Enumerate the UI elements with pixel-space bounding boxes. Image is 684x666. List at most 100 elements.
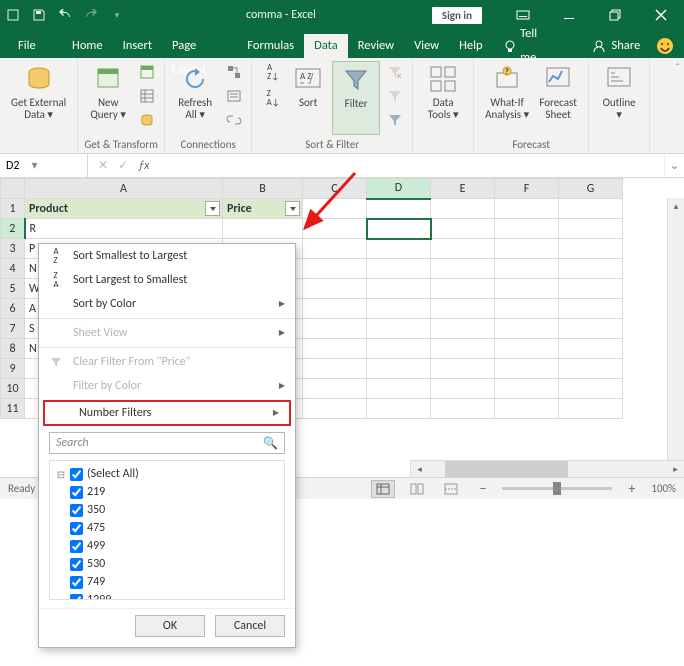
recent-sources-icon[interactable]	[136, 109, 158, 131]
sort-by-color-item[interactable]: Sort by Color	[39, 292, 295, 316]
cell-b2[interactable]	[223, 219, 303, 239]
cancel-button[interactable]: Cancel	[215, 615, 285, 637]
clear-filter-icon[interactable]	[384, 61, 406, 83]
advanced-filter-icon[interactable]	[384, 109, 406, 131]
sort-button[interactable]: A Z Sort	[284, 61, 332, 135]
filter-item[interactable]: 219	[56, 483, 278, 501]
tab-review[interactable]: Review	[348, 34, 404, 58]
zoom-in-icon[interactable]: +	[622, 480, 641, 497]
row-header-6[interactable]: 6	[1, 299, 25, 319]
tab-formulas[interactable]: Formulas	[237, 34, 304, 58]
cell-c2[interactable]	[303, 219, 367, 239]
redo-icon[interactable]	[78, 0, 104, 30]
show-queries-icon[interactable]	[136, 61, 158, 83]
collapse-ribbon-icon[interactable]: ˆ	[675, 62, 680, 76]
col-header-a[interactable]: A	[25, 179, 223, 199]
tab-file[interactable]: File	[8, 34, 46, 58]
filter-button[interactable]: Filter	[332, 61, 380, 135]
zoom-level[interactable]: 100%	[651, 482, 676, 495]
col-header-f[interactable]: F	[495, 179, 559, 199]
cell-g2[interactable]	[559, 219, 623, 239]
restore-icon[interactable]	[592, 0, 638, 30]
app-icon[interactable]	[0, 0, 26, 30]
tab-insert[interactable]: Insert	[113, 34, 162, 58]
sort-ascending-item[interactable]: AZ Sort Smallest to Largest	[39, 244, 295, 268]
forecast-sheet-button[interactable]: Forecast Sheet	[534, 61, 582, 135]
cell-e1[interactable]	[431, 199, 495, 219]
row-header-7[interactable]: 7	[1, 319, 25, 339]
expand-formula-bar-icon[interactable]: ⌄	[664, 154, 684, 177]
col-header-e[interactable]: E	[431, 179, 495, 199]
properties-icon[interactable]	[223, 85, 245, 107]
filter-search-input[interactable]: Search 🔍	[49, 432, 285, 454]
cell-c1[interactable]	[303, 199, 367, 219]
qat-customize-icon[interactable]: ▾	[104, 0, 130, 30]
sort-asc-button[interactable]: AZ↓	[262, 61, 284, 83]
get-external-data-button[interactable]: Get External Data ▾	[6, 61, 71, 135]
cell-f1[interactable]	[495, 199, 559, 219]
zoom-out-icon[interactable]: −	[473, 480, 492, 497]
filter-item[interactable]: 350	[56, 501, 278, 519]
new-query-button[interactable]: New Query ▾	[84, 61, 132, 135]
filter-item[interactable]: 1299	[56, 591, 278, 600]
cell-e2[interactable]	[431, 219, 495, 239]
fx-icon[interactable]: ƒx	[138, 159, 157, 173]
minimize-icon[interactable]	[546, 0, 592, 30]
filter-dropdown-b[interactable]	[285, 201, 300, 216]
sort-descending-item[interactable]: ZA Sort Largest to Smallest	[39, 268, 295, 292]
feedback-icon[interactable]	[654, 34, 676, 58]
scroll-right-icon[interactable]: ▸	[667, 461, 684, 478]
row-header-3[interactable]: 3	[1, 239, 25, 259]
filter-values-list[interactable]: ⊟(Select All) 219 350 475 499 530 749 12…	[49, 460, 285, 600]
filter-item-select-all[interactable]: ⊟(Select All)	[56, 465, 278, 483]
from-table-icon[interactable]	[136, 85, 158, 107]
scroll-left-icon[interactable]: ◂	[411, 461, 428, 478]
col-header-g[interactable]: G	[559, 179, 623, 199]
cell-d1[interactable]	[367, 199, 431, 219]
tab-home[interactable]: Home	[62, 34, 113, 58]
horizontal-scrollbar[interactable]: ◂ ▸	[410, 460, 684, 477]
scroll-up-icon[interactable]: ▴	[668, 198, 684, 215]
close-icon[interactable]	[638, 0, 684, 30]
reapply-icon[interactable]	[384, 85, 406, 107]
tab-page-layout[interactable]: Page Layout	[162, 34, 237, 58]
connections-icon[interactable]	[223, 61, 245, 83]
filter-item[interactable]: 749	[56, 573, 278, 591]
select-all-corner[interactable]	[1, 179, 25, 199]
outline-button[interactable]: Outline ▾	[595, 61, 643, 135]
sort-desc-button[interactable]: ZA↓	[262, 87, 284, 109]
row-header-11[interactable]: 11	[1, 399, 25, 419]
row-header-4[interactable]: 4	[1, 259, 25, 279]
row-header-1[interactable]: 1	[1, 199, 25, 219]
tell-me[interactable]: Tell me	[493, 34, 563, 58]
filter-item[interactable]: 530	[56, 555, 278, 573]
data-tools-button[interactable]: Data Tools ▾	[419, 61, 467, 135]
cell-g1[interactable]	[559, 199, 623, 219]
cancel-formula-icon[interactable]: ✕	[98, 158, 108, 173]
ok-button[interactable]: OK	[135, 615, 205, 637]
cell-a2[interactable]: R	[25, 219, 223, 239]
row-header-10[interactable]: 10	[1, 379, 25, 399]
view-page-layout-icon[interactable]	[405, 480, 429, 498]
cell-d2[interactable]	[367, 219, 431, 239]
row-header-9[interactable]: 9	[1, 359, 25, 379]
number-filters-item[interactable]: Number Filters	[43, 400, 291, 426]
edit-links-icon[interactable]	[223, 109, 245, 131]
tab-help[interactable]: Help	[449, 34, 492, 58]
view-normal-icon[interactable]	[371, 480, 395, 498]
filter-item[interactable]: 499	[56, 537, 278, 555]
tab-view[interactable]: View	[404, 34, 449, 58]
view-page-break-icon[interactable]	[439, 480, 463, 498]
share-button[interactable]: Share	[582, 34, 650, 58]
cell-b1[interactable]: Price	[223, 199, 303, 219]
cell-a1[interactable]: Product	[25, 199, 223, 219]
chevron-down-icon[interactable]: ▾	[19, 158, 37, 173]
filter-dropdown-a[interactable]	[205, 201, 220, 216]
filter-item[interactable]: 475	[56, 519, 278, 537]
whatif-button[interactable]: ? What-If Analysis ▾	[480, 61, 534, 135]
vertical-scrollbar[interactable]: ▴	[667, 198, 684, 460]
name-box[interactable]: D2 ▾	[0, 154, 88, 177]
row-header-5[interactable]: 5	[1, 279, 25, 299]
row-header-2[interactable]: 2	[1, 219, 25, 239]
save-icon[interactable]	[26, 0, 52, 30]
